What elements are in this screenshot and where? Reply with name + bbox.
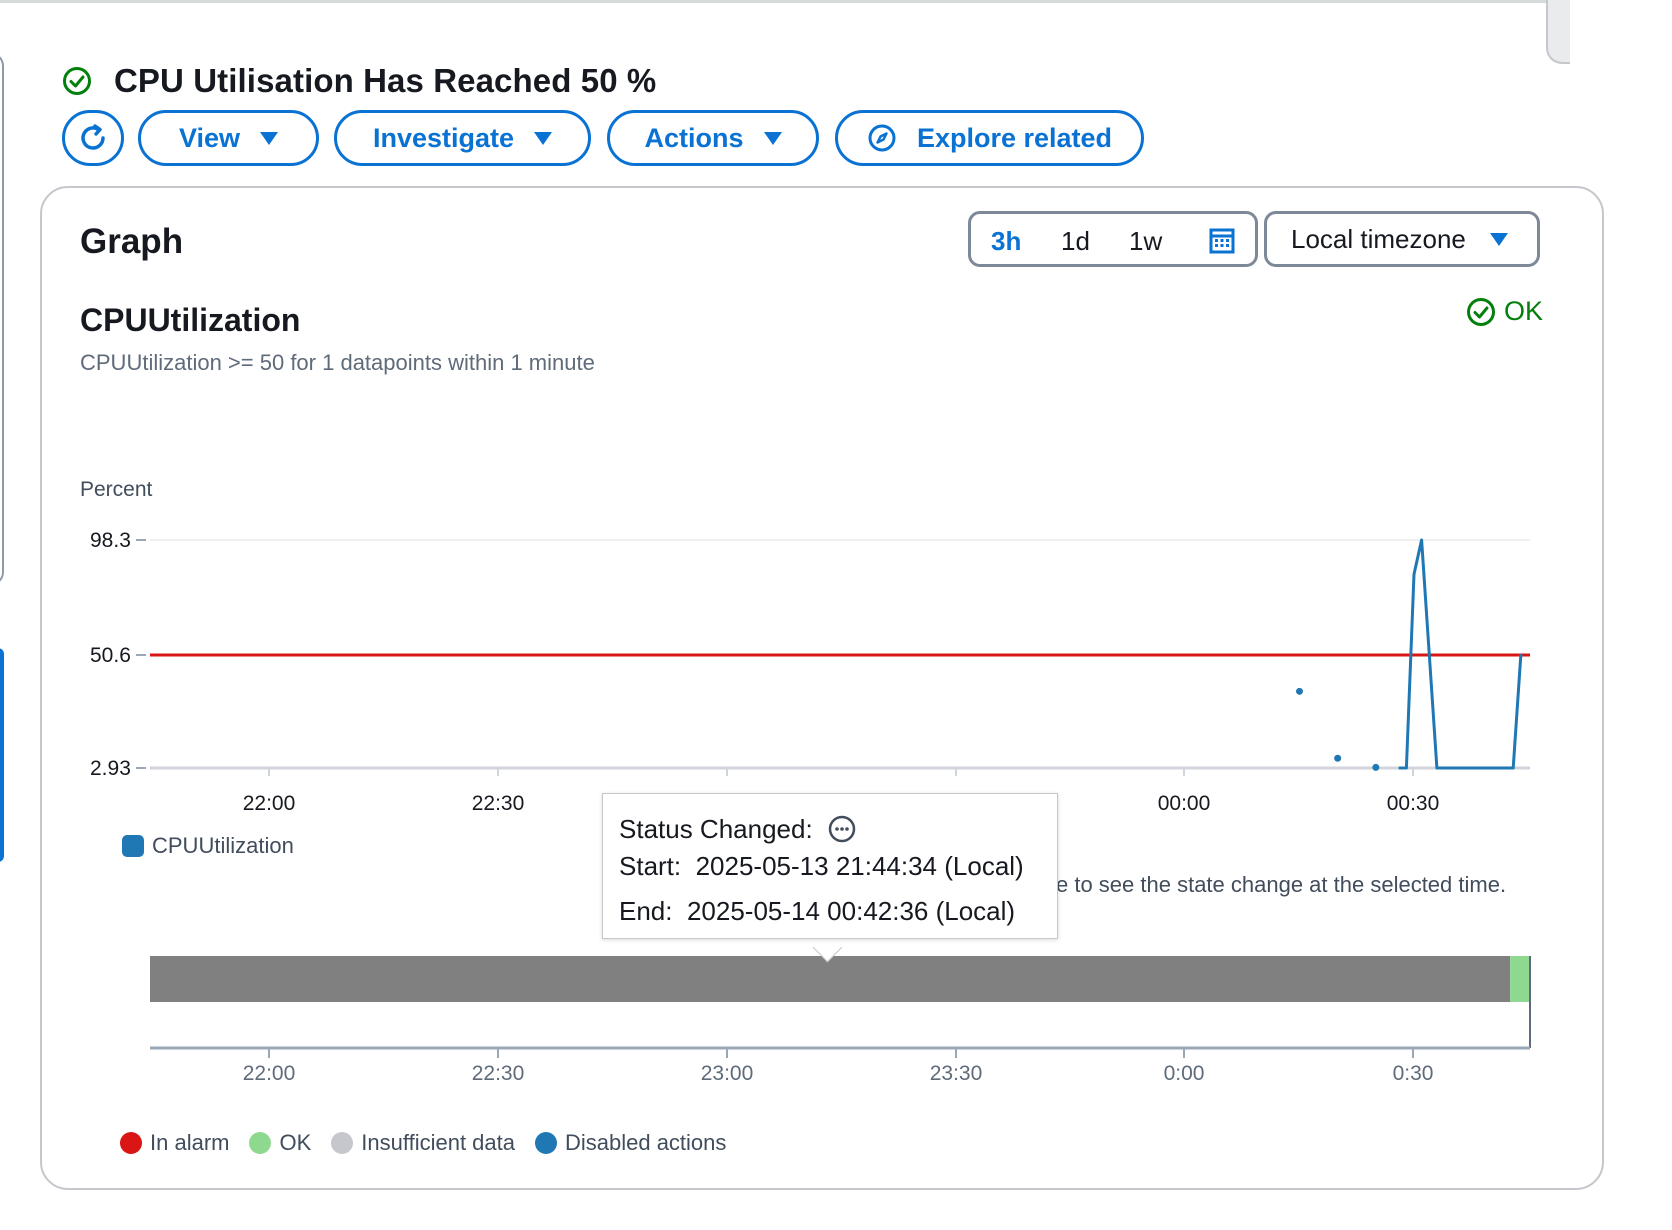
tooltip-end-label: End: xyxy=(619,896,673,926)
scrollbar-thumb[interactable] xyxy=(1546,0,1570,64)
status-ok-icon xyxy=(63,67,91,95)
actions-button[interactable]: Actions xyxy=(607,110,819,166)
legend-swatch xyxy=(249,1132,272,1154)
more-options-icon[interactable] xyxy=(827,814,857,844)
cpu-data-point xyxy=(1296,687,1303,695)
range-1w[interactable]: 1w xyxy=(1129,226,1162,257)
timeline-ok-bar xyxy=(1510,956,1530,1002)
y-tick-label: 2.93 xyxy=(90,757,131,780)
metric-title: CPUUtilization xyxy=(80,302,301,338)
actions-label: Actions xyxy=(644,122,744,153)
view-label: View xyxy=(178,122,241,153)
compass-icon xyxy=(868,124,896,152)
y-tick-label: 50.6 xyxy=(90,644,131,667)
investigate-label: Investigate xyxy=(372,122,515,153)
explore-related-button[interactable]: Explore related xyxy=(835,110,1144,166)
x-tick-label: 22:00 xyxy=(243,792,296,815)
legend-swatch xyxy=(122,835,144,857)
caret-down-icon xyxy=(763,131,782,145)
side-panel-edge xyxy=(0,52,4,586)
timeline-tick-labels: 22:00 22:30 23:00 23:30 0:00 0:30 xyxy=(243,1062,1434,1085)
y-tick-label: 98.3 xyxy=(90,529,131,552)
investigate-button[interactable]: Investigate xyxy=(334,110,591,166)
status-change-tooltip: Status Changed: Start: 2025-05-13 21:44:… xyxy=(602,793,1058,939)
timezone-label: Local timezone xyxy=(1291,223,1466,254)
caret-down-icon xyxy=(260,131,279,145)
timeline-tick-label: 0:30 xyxy=(1393,1062,1434,1085)
explore-related-label: Explore related xyxy=(916,122,1113,153)
legend-swatch xyxy=(120,1132,142,1154)
legend-item-disabled-actions: Disabled actions xyxy=(534,1130,727,1156)
tooltip-start-value: 2025-05-13 21:44:34 (Local) xyxy=(695,851,1024,881)
state-timeline[interactable]: 22:00 22:30 23:00 23:30 0:00 0:30 xyxy=(0,950,1568,1090)
legend-label: OK xyxy=(279,1130,312,1155)
alarm-state-badge: OK xyxy=(1466,296,1543,327)
cpu-utilization-points xyxy=(1296,687,1380,771)
x-tick-label: 00:30 xyxy=(1387,792,1440,815)
timeline-insufficient-data-bar xyxy=(150,956,1511,1002)
cpu-utilization-chart[interactable]: 98.3 50.6 2.93 22:00 22:30 00:00 00:30 xyxy=(0,520,1568,820)
tooltip-end-value: 2025-05-14 00:42:36 (Local) xyxy=(686,896,1016,926)
timeline-tick-label: 22:30 xyxy=(472,1062,525,1085)
time-range-selector: 3h 1d 1w xyxy=(968,211,1258,267)
legend-item-in-alarm: In alarm xyxy=(120,1130,229,1156)
legend-item-ok: OK xyxy=(249,1130,311,1156)
legend-swatch xyxy=(534,1132,557,1154)
range-1d[interactable]: 1d xyxy=(1061,226,1090,257)
tooltip-start-row: Start: 2025-05-13 21:44:34 (Local) xyxy=(619,851,1041,896)
y-axis-tick-labels: 98.3 50.6 2.93 xyxy=(90,529,146,780)
legend-swatch xyxy=(331,1132,354,1154)
timeline-hint: e to see the state change at the selecte… xyxy=(1056,872,1507,897)
legend-item-insufficient-data: Insufficient data xyxy=(331,1130,515,1156)
status-ok-icon xyxy=(1467,297,1495,326)
gridlines xyxy=(150,539,1530,656)
legend-label: In alarm xyxy=(150,1130,230,1155)
calendar-icon[interactable] xyxy=(1209,228,1235,254)
legend-label: Insufficient data xyxy=(361,1130,515,1155)
caret-down-icon xyxy=(534,131,553,145)
legend-label: Disabled actions xyxy=(564,1130,727,1155)
view-button[interactable]: View xyxy=(138,110,319,166)
metric-condition: CPUUtilization >= 50 for 1 datapoints wi… xyxy=(80,350,595,375)
timezone-dropdown[interactable]: Local timezone xyxy=(1264,211,1540,267)
timeline-tick-label: 0:00 xyxy=(1164,1062,1205,1085)
tooltip-end-row: End: 2025-05-14 00:42:36 (Local) xyxy=(619,896,1041,941)
caret-down-icon xyxy=(1489,232,1508,246)
chart-legend: CPUUtilization xyxy=(122,833,294,859)
refresh-icon xyxy=(81,124,105,150)
page-title: CPU Utilisation Has Reached 50 % xyxy=(114,62,657,99)
alarm-title-row: CPU Utilisation Has Reached 50 % xyxy=(62,62,656,100)
legend-label: CPUUtilization xyxy=(152,833,294,858)
range-3h[interactable]: 3h xyxy=(991,226,1021,257)
x-tick-label: 22:30 xyxy=(472,792,525,815)
tooltip-start-label: Start: xyxy=(619,851,682,881)
x-tick-label: 00:00 xyxy=(1158,792,1211,815)
timeline-tick-label: 22:00 xyxy=(243,1062,296,1085)
state-legend: In alarm OK Insufficient data Disabled a… xyxy=(120,1130,746,1156)
window-top-border xyxy=(0,0,1548,3)
tooltip-title: Status Changed: xyxy=(619,813,813,844)
timeline-tick-label: 23:30 xyxy=(930,1062,983,1085)
refresh-button[interactable] xyxy=(62,110,124,166)
alarm-state-label: OK xyxy=(1504,296,1544,326)
graph-heading: Graph xyxy=(80,222,184,261)
cpu-data-point xyxy=(1334,754,1342,762)
tooltip-title-row: Status Changed: xyxy=(619,806,1041,851)
timeline-tick-label: 23:00 xyxy=(701,1062,754,1085)
cpu-data-point xyxy=(1372,763,1380,771)
y-axis-label: Percent xyxy=(80,478,153,501)
